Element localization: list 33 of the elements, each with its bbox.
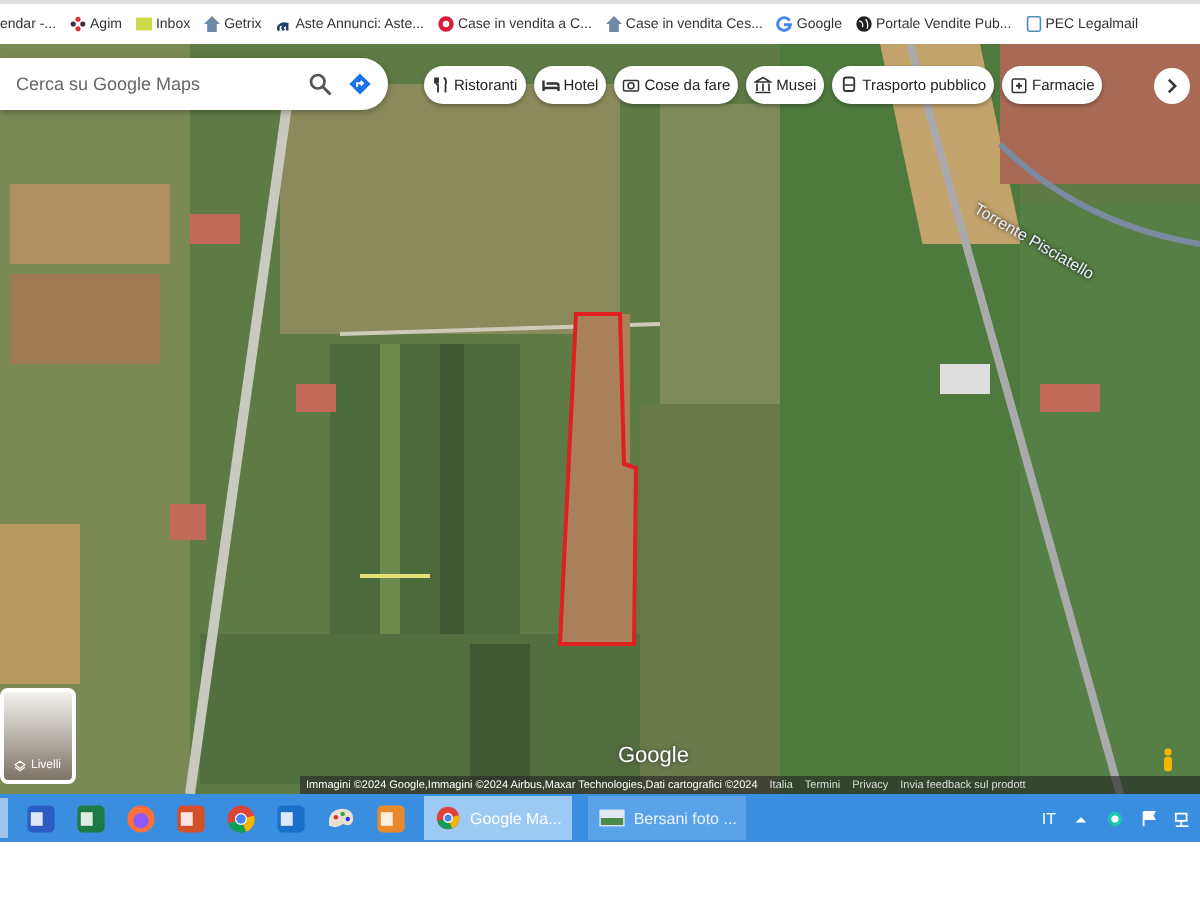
task-icon [597, 804, 626, 832]
bookmark-icon [204, 16, 221, 32]
chip-icon [622, 76, 641, 94]
chip-icon [541, 76, 560, 94]
bookmark-icon [855, 16, 872, 32]
app-icon[interactable] [274, 801, 308, 835]
network-icon[interactable] [1174, 809, 1192, 827]
chip-icon [1010, 76, 1029, 94]
layers-icon [14, 760, 27, 772]
search-field[interactable]: Cerca su Google Maps [12, 72, 292, 96]
map-logo: Google [618, 744, 689, 768]
chevron-right-icon [1164, 77, 1180, 93]
directions-icon[interactable] [348, 72, 372, 96]
chip-icon [432, 76, 450, 94]
app-icon[interactable] [374, 801, 408, 835]
tray-app-icon[interactable] [1106, 809, 1124, 827]
app-icon[interactable] [74, 801, 108, 835]
bookmark-icon [70, 16, 87, 32]
flag-icon[interactable] [1140, 809, 1158, 827]
app-icon[interactable] [24, 801, 58, 835]
bookmark-icon [776, 16, 793, 32]
app-icon[interactable] [224, 801, 258, 835]
task-icon [434, 804, 462, 832]
bookmark-icon [1025, 16, 1042, 32]
bookmark-icon [275, 16, 292, 32]
bookmark-icon [437, 16, 454, 32]
bookmark-icon [605, 16, 622, 32]
bookmark-icon [135, 16, 152, 32]
search-bar[interactable]: Cerca su Google Maps [0, 58, 388, 110]
chip-icon [754, 76, 773, 94]
search-icon[interactable] [308, 72, 332, 96]
chip-icon [840, 76, 859, 94]
app-icon[interactable] [174, 801, 208, 835]
